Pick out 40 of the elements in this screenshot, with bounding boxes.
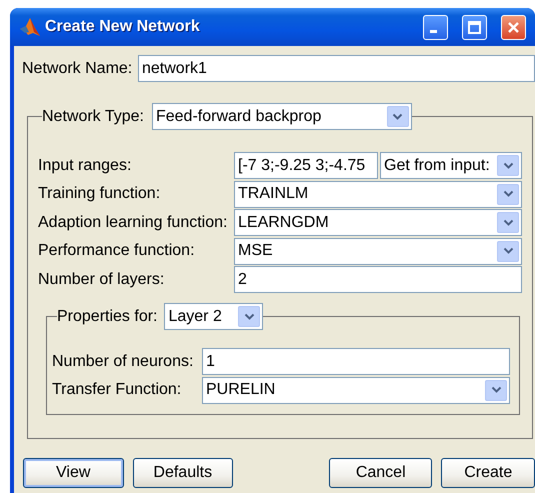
- field-label: Adaption learning function:: [38, 214, 228, 232]
- minimize-icon: [430, 30, 436, 32]
- function-dropdown[interactable]: PURELIN: [202, 376, 510, 404]
- function-dropdown[interactable]: LEARNGDM: [234, 209, 522, 236]
- field-label: Transfer Function:: [52, 381, 182, 399]
- field-label: Training function:: [38, 185, 162, 203]
- chevron-down-icon: [502, 218, 514, 226]
- chevron-down-icon: [502, 247, 514, 255]
- network-name-field[interactable]: network1: [138, 55, 535, 82]
- source-dropdown[interactable]: Get from input:: [380, 152, 522, 179]
- input-field[interactable]: 1: [202, 348, 510, 375]
- maximize-icon: [468, 20, 481, 34]
- function-dropdown[interactable]: MSE: [234, 238, 522, 264]
- dialog-button[interactable]: Create: [441, 458, 535, 488]
- function-dropdown[interactable]: TRAINLM: [234, 180, 522, 208]
- window-title: Create New Network: [45, 18, 200, 36]
- chevron-down-icon: [502, 190, 514, 198]
- group-label: Properties for:: [57, 308, 158, 326]
- field-label: Number of layers:: [38, 270, 166, 288]
- dialog-button[interactable]: Defaults: [132, 458, 233, 488]
- input-field[interactable]: [-7 3;-9.25 3;-4.75: [234, 152, 378, 179]
- chevron-down-icon: [502, 162, 514, 170]
- input-field[interactable]: 2: [234, 266, 522, 293]
- minimize-button[interactable]: [423, 14, 448, 40]
- close-icon: [507, 20, 520, 34]
- chevron-down-icon: [244, 312, 255, 320]
- chevron-down-icon: [392, 112, 404, 120]
- network-type-dropdown[interactable]: Feed-forward backprop: [152, 103, 412, 130]
- field-label: Input ranges:: [38, 156, 132, 174]
- maximize-button[interactable]: [462, 14, 487, 40]
- dialog-button[interactable]: Cancel: [329, 458, 432, 488]
- dialog-button[interactable]: View: [23, 458, 124, 488]
- field-label: Number of neurons:: [52, 352, 194, 370]
- field-label: Performance function:: [38, 242, 196, 260]
- field-label: Network Name:: [22, 60, 134, 78]
- layer-dropdown[interactable]: Layer 2: [164, 303, 264, 330]
- chevron-down-icon: [490, 386, 502, 394]
- peak-logo-icon: [19, 17, 41, 37]
- close-button[interactable]: [501, 14, 526, 40]
- group-label: Network Type:: [42, 108, 144, 126]
